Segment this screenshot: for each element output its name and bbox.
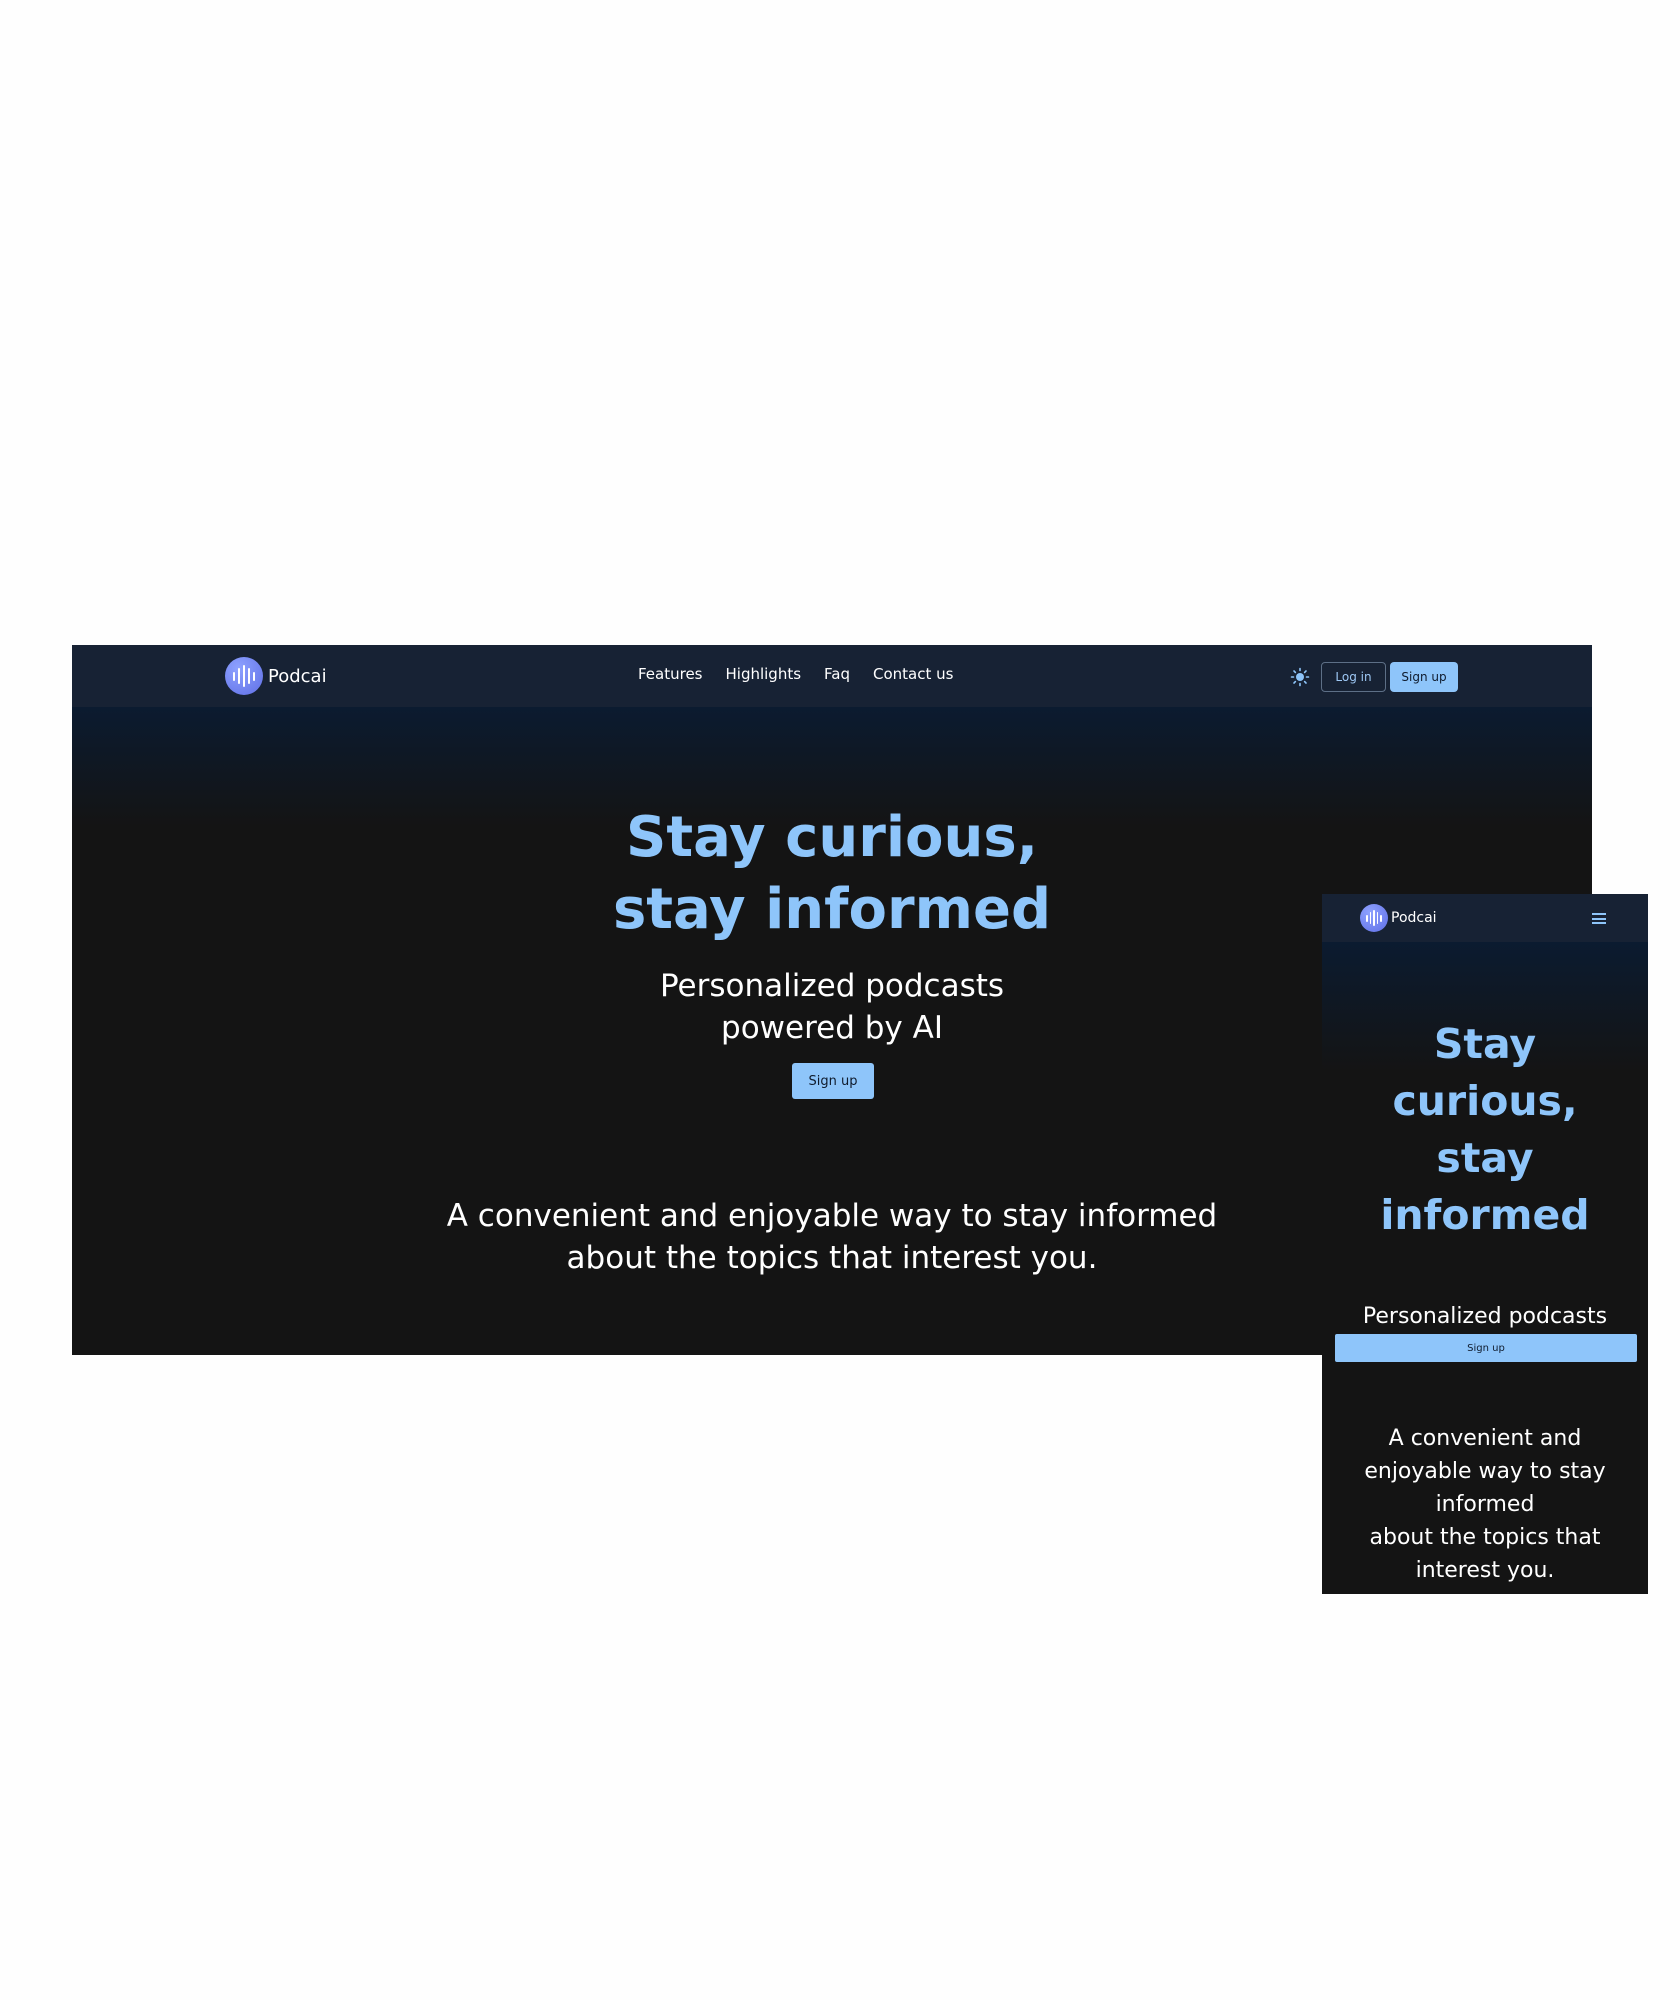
nav-link-features[interactable]: Features: [638, 665, 703, 683]
nav-link-highlights[interactable]: Highlights: [726, 665, 802, 683]
hero-signup-button[interactable]: Sign up: [792, 1063, 874, 1099]
brand-link[interactable]: Podcai: [225, 657, 327, 695]
sun-icon[interactable]: [1290, 667, 1310, 687]
showcase-stage: Stay curious, stay informed Personalized…: [0, 0, 1680, 2000]
mobile-mockup: Stay curious, stay informed Personalized…: [1322, 894, 1648, 1594]
desktop-navbar: Podcai Features Highlights Faq Contact u…: [72, 645, 1592, 707]
mobile-navbar: Podcai: [1322, 894, 1648, 942]
soundwave-logo-icon: [225, 657, 263, 695]
mobile-brand-name: Podcai: [1391, 910, 1437, 926]
nav-link-contact[interactable]: Contact us: [873, 665, 953, 683]
mobile-hero-title: Stay curious, stay informed: [1380, 1020, 1590, 1239]
hamburger-menu-icon[interactable]: [1592, 913, 1606, 924]
soundwave-logo-icon: [1360, 904, 1388, 932]
brand-name: Podcai: [268, 665, 327, 687]
mobile-signup-button[interactable]: Sign up: [1335, 1334, 1637, 1362]
mobile-hero-tagline: A convenient and enjoyable way to stay i…: [1364, 1426, 1606, 1583]
nav-links: Features Highlights Faq Contact us: [638, 665, 976, 683]
mobile-brand-link[interactable]: Podcai: [1360, 904, 1437, 932]
mobile-hero: Stay curious, stay informed Personalized…: [1322, 942, 1648, 1594]
nav-signup-button[interactable]: Sign up: [1390, 662, 1458, 692]
login-button[interactable]: Log in: [1321, 662, 1386, 692]
nav-link-faq[interactable]: Faq: [824, 665, 850, 683]
